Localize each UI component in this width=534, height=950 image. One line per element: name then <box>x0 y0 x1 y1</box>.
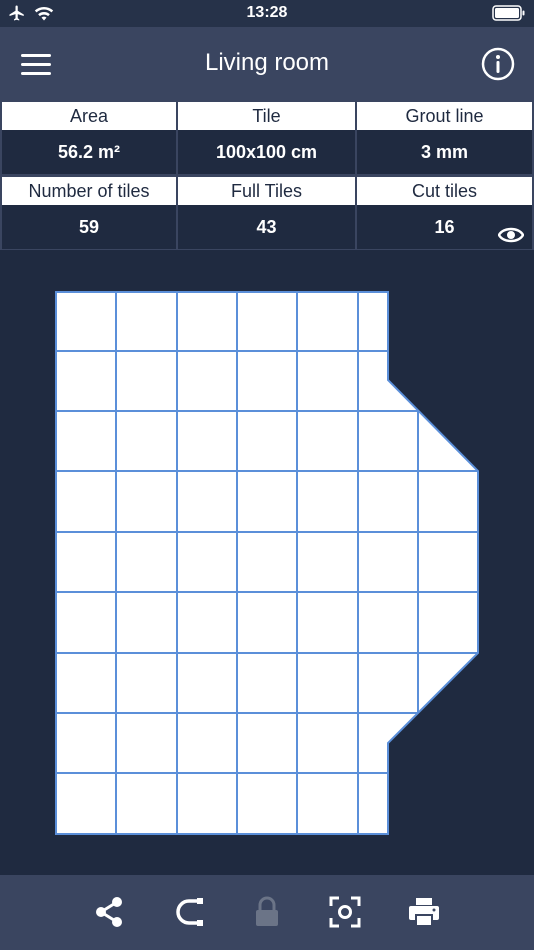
screenshot-icon <box>329 896 361 928</box>
grout-line-label: Grout line <box>357 102 532 130</box>
share-icon <box>96 897 122 927</box>
print-icon <box>409 898 439 927</box>
lock-button[interactable] <box>250 895 284 929</box>
status-bar: 13:28 <box>0 0 534 27</box>
status-time: 13:28 <box>246 4 288 21</box>
tile-layout-canvas[interactable] <box>0 250 534 875</box>
area-label: Area <box>2 102 176 130</box>
cut-tiles-cell: 16 <box>357 205 532 249</box>
cut-tiles-label: Cut tiles <box>357 177 532 205</box>
stats-panel: Area Tile Grout line 56.2 m² 100x100 cm … <box>0 100 534 250</box>
menu-button[interactable] <box>18 46 54 82</box>
toggle-cut-tiles-button[interactable] <box>497 217 525 243</box>
room-floor <box>56 292 478 834</box>
eye-icon <box>497 227 525 243</box>
print-button[interactable] <box>407 895 441 929</box>
grout-line-value: 3 mm <box>357 130 532 174</box>
tile-label: Tile <box>178 102 355 130</box>
full-tiles-label: Full Tiles <box>178 177 355 205</box>
cut-tiles-value: 16 <box>434 217 455 237</box>
bottom-toolbar <box>0 875 534 950</box>
battery-icon <box>492 5 526 26</box>
tile-value: 100x100 cm <box>178 130 355 174</box>
number-of-tiles-value: 59 <box>2 205 176 249</box>
magnet-icon <box>176 898 203 926</box>
menu-icon <box>21 54 51 75</box>
nav-bar: Living room <box>0 27 534 100</box>
page-title: Living room <box>204 49 330 76</box>
info-button[interactable] <box>480 46 516 82</box>
tile-layout-drawing <box>55 291 479 835</box>
info-icon <box>481 47 515 81</box>
full-tiles-value: 43 <box>178 205 355 249</box>
share-button[interactable] <box>92 895 126 929</box>
snap-button[interactable] <box>171 895 205 929</box>
screenshot-button[interactable] <box>328 895 362 929</box>
number-of-tiles-label: Number of tiles <box>2 177 176 205</box>
lock-icon <box>256 896 278 926</box>
area-value: 56.2 m² <box>2 130 176 174</box>
